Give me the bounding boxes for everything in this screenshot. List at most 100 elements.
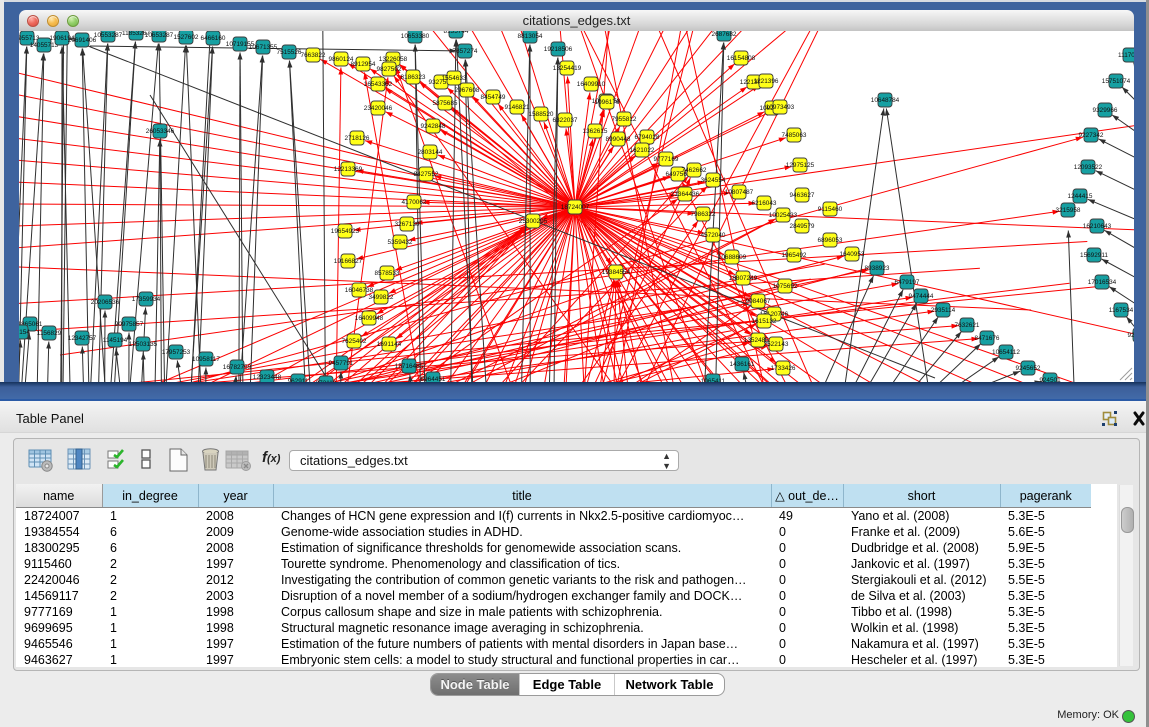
svg-text:39154: 39154	[19, 329, 30, 336]
svg-text:9227342: 9227342	[1079, 132, 1104, 139]
svg-text:16782759: 16782759	[223, 364, 252, 371]
svg-text:12093522: 12093522	[1074, 164, 1103, 171]
svg-text:10025433: 10025433	[769, 212, 798, 219]
svg-text:7663822: 7663822	[301, 52, 326, 59]
svg-text:1221396: 1221396	[754, 78, 779, 85]
svg-text:10553287: 10553287	[94, 32, 123, 39]
svg-text:10671355: 10671355	[249, 44, 278, 51]
svg-text:8135744: 8135744	[444, 31, 469, 35]
svg-text:1554633: 1554633	[442, 75, 467, 82]
svg-text:8938923: 8938923	[865, 265, 890, 272]
svg-text:15716485: 15716485	[395, 363, 424, 370]
svg-text:14055713: 14055713	[30, 42, 59, 49]
svg-text:6322037: 6322037	[553, 117, 578, 124]
svg-text:5875685: 5875685	[433, 100, 458, 107]
svg-text:9463627: 9463627	[790, 192, 815, 199]
svg-text:17957253: 17957253	[162, 349, 191, 356]
svg-text:9827502: 9827502	[377, 66, 402, 73]
svg-text:23420046: 23420046	[364, 105, 393, 112]
svg-text:90975857: 90975857	[115, 321, 144, 328]
svg-text:7625402: 7625402	[342, 338, 367, 345]
svg-text:16409910: 16409910	[577, 81, 606, 88]
svg-text:6479197: 6479197	[895, 279, 920, 286]
svg-text:3215958: 3215958	[1056, 207, 1081, 214]
svg-text:9245012: 9245012	[1128, 332, 1134, 339]
svg-text:8578533: 8578533	[375, 270, 400, 277]
svg-text:12213369: 12213369	[334, 166, 363, 173]
svg-text:8427552: 8427552	[414, 171, 439, 178]
svg-text:9242848: 9242848	[421, 123, 446, 130]
svg-text:21364436: 21364436	[671, 191, 700, 198]
svg-text:16154808: 16154808	[727, 55, 756, 62]
svg-text:9245652: 9245652	[1016, 365, 1041, 372]
svg-text:19218506: 19218506	[544, 46, 573, 53]
svg-text:7955812: 7955812	[612, 116, 637, 123]
svg-text:8990448: 8990448	[606, 136, 631, 143]
svg-text:19654923: 19654923	[331, 228, 360, 235]
svg-text:10654112: 10654112	[992, 349, 1020, 356]
svg-text:10653287: 10653287	[145, 32, 174, 39]
svg-text:8471676: 8471676	[975, 335, 1000, 342]
svg-text:10973493: 10973493	[766, 104, 795, 111]
svg-text:8964451: 8964451	[421, 376, 446, 382]
svg-text:2522143: 2522143	[764, 341, 789, 348]
svg-text:1691144: 1691144	[377, 341, 402, 348]
svg-text:1145194: 1145194	[103, 337, 128, 344]
svg-text:1117023: 1117023	[1118, 52, 1134, 59]
svg-text:7515526: 7515526	[277, 49, 302, 56]
svg-text:15751074: 15751074	[1102, 78, 1131, 85]
svg-text:8912954: 8912954	[351, 61, 376, 68]
svg-text:1096176: 1096176	[595, 99, 620, 106]
svg-text:1588520: 1588520	[529, 111, 554, 118]
svg-text:17016534: 17016534	[1088, 279, 1117, 286]
svg-text:3267130: 3267130	[395, 221, 420, 228]
svg-text:3624554: 3624554	[701, 177, 726, 184]
svg-text:8454749: 8454749	[481, 94, 506, 101]
svg-text:9457791: 9457791	[329, 360, 354, 367]
svg-text:10958117: 10958117	[192, 356, 220, 363]
svg-text:17359934: 17359934	[132, 296, 161, 303]
svg-text:12503135: 12503135	[129, 341, 158, 348]
svg-text:9329966: 9329966	[1093, 107, 1118, 114]
svg-text:6216043: 6216043	[752, 200, 777, 207]
svg-text:8186323: 8186323	[401, 74, 426, 81]
svg-text:20206536: 20206536	[91, 299, 120, 306]
svg-text:9115460: 9115460	[818, 206, 843, 213]
svg-text:9474444: 9474444	[909, 293, 934, 300]
svg-text:7632621: 7632621	[955, 322, 980, 329]
svg-text:4572040: 4572040	[701, 232, 726, 239]
svg-text:1156829: 1156829	[37, 330, 62, 337]
svg-text:10807487: 10807487	[725, 189, 754, 196]
svg-text:19384554: 19384554	[602, 269, 631, 276]
svg-text:9146821: 9146821	[505, 104, 530, 111]
svg-text:18807249: 18807249	[729, 275, 758, 282]
svg-text:1621022: 1621022	[630, 147, 655, 154]
svg-text:12323448: 12323448	[253, 374, 282, 381]
svg-text:962911: 962911	[288, 378, 309, 382]
svg-text:8813054: 8813054	[518, 33, 543, 40]
svg-text:6466160: 6466160	[201, 35, 226, 42]
svg-text:16210643: 16210643	[1083, 223, 1112, 230]
svg-text:2849579: 2849579	[790, 223, 815, 230]
svg-text:9084067: 9084067	[746, 298, 771, 305]
svg-text:1362615: 1362615	[583, 128, 608, 135]
svg-text:5359432: 5359432	[388, 239, 413, 246]
svg-text:1527602: 1527602	[174, 34, 199, 41]
svg-text:2967608: 2967608	[455, 87, 480, 94]
svg-text:2687682: 2687682	[712, 31, 737, 38]
svg-text:7857274: 7857274	[453, 48, 478, 55]
svg-text:25300295: 25300295	[519, 218, 548, 225]
svg-text:1065411: 1065411	[701, 378, 726, 382]
svg-text:10688609: 10688609	[718, 254, 747, 261]
svg-text:16046738: 16046738	[345, 287, 374, 294]
svg-text:1640953: 1640953	[840, 251, 865, 258]
svg-text:1167534: 1167534	[1109, 307, 1134, 314]
svg-text:1965492: 1965492	[782, 252, 807, 259]
svg-text:19166827: 19166827	[334, 258, 363, 265]
svg-text:2803144: 2803144	[418, 149, 443, 156]
svg-text:15692911: 15692911	[1080, 252, 1108, 259]
svg-text:13254419: 13254419	[553, 65, 582, 72]
svg-text:12342757: 12342757	[68, 335, 97, 342]
svg-text:2935114: 2935114	[931, 307, 956, 314]
svg-text:10648784: 10648784	[871, 97, 900, 104]
